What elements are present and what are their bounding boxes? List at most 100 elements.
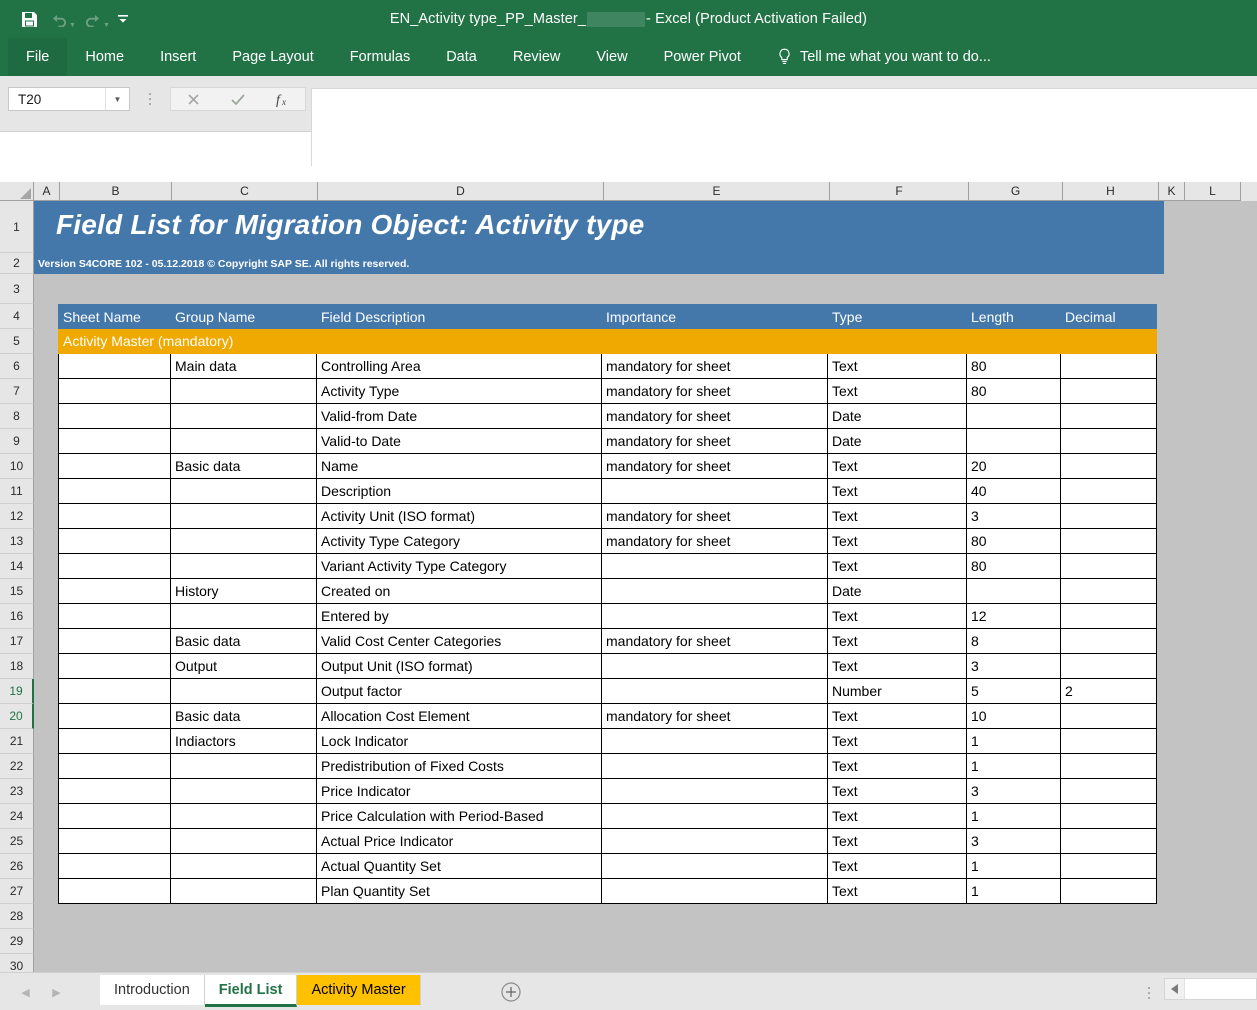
- row-header-14[interactable]: 14: [0, 554, 34, 579]
- cell-length[interactable]: 20: [966, 453, 1061, 479]
- cell-decimal[interactable]: [1060, 828, 1157, 854]
- cell-type[interactable]: Text: [827, 378, 967, 404]
- cell-importance[interactable]: [601, 778, 828, 804]
- chevron-down-icon[interactable]: ▼: [105, 88, 129, 110]
- cell-field[interactable]: Actual Price Indicator: [316, 828, 602, 854]
- cell-sheet_name[interactable]: [58, 453, 171, 479]
- cell-importance[interactable]: [601, 853, 828, 879]
- cell-sheet_name[interactable]: [58, 503, 171, 529]
- cell-importance[interactable]: [601, 878, 828, 904]
- cell-type[interactable]: Text: [827, 803, 967, 829]
- cell-field[interactable]: Lock Indicator: [316, 728, 602, 754]
- cell-sheet_name[interactable]: [58, 378, 171, 404]
- cell-decimal[interactable]: [1060, 628, 1157, 654]
- name-box[interactable]: T20 ▼: [8, 87, 130, 111]
- column-header-g[interactable]: G: [969, 182, 1063, 201]
- cell-field[interactable]: Variant Activity Type Category: [316, 553, 602, 579]
- cell-sheet_name[interactable]: [58, 528, 171, 554]
- cell-type[interactable]: Text: [827, 453, 967, 479]
- cell-sheet_name[interactable]: [58, 703, 171, 729]
- cell-sheet_name[interactable]: [58, 728, 171, 754]
- tab-splitter-grip[interactable]: [1144, 985, 1154, 1001]
- cell-sheet_name[interactable]: [58, 628, 171, 654]
- cell-type[interactable]: Text: [827, 728, 967, 754]
- cell-group_name[interactable]: [170, 603, 317, 629]
- cell-length[interactable]: 1: [966, 728, 1061, 754]
- cell-importance[interactable]: [601, 753, 828, 779]
- cell-decimal[interactable]: [1060, 603, 1157, 629]
- cell-importance[interactable]: mandatory for sheet: [601, 528, 828, 554]
- cell-field[interactable]: Plan Quantity Set: [316, 878, 602, 904]
- ribbon-tab-page-layout[interactable]: Page Layout: [214, 38, 331, 76]
- row-header-10[interactable]: 10: [0, 454, 34, 479]
- cell-field[interactable]: Controlling Area: [316, 353, 602, 379]
- cell-decimal[interactable]: [1060, 728, 1157, 754]
- cell-group_name[interactable]: [170, 478, 317, 504]
- cell-type[interactable]: Text: [827, 653, 967, 679]
- cell-field[interactable]: Actual Quantity Set: [316, 853, 602, 879]
- cell-decimal[interactable]: [1060, 353, 1157, 379]
- cell-length[interactable]: 3: [966, 778, 1061, 804]
- table-header-cell[interactable]: Length: [966, 304, 1061, 329]
- column-header-a[interactable]: A: [34, 182, 60, 201]
- table-header-cell[interactable]: Sheet Name: [58, 304, 171, 329]
- column-header-f[interactable]: F: [830, 182, 969, 201]
- cell-sheet_name[interactable]: [58, 678, 171, 704]
- cell-sheet_name[interactable]: [58, 753, 171, 779]
- cell-importance[interactable]: [601, 678, 828, 704]
- column-header-h[interactable]: H: [1063, 182, 1159, 201]
- cell-field[interactable]: Activity Unit (ISO format): [316, 503, 602, 529]
- cell-group_name[interactable]: [170, 803, 317, 829]
- cell-type[interactable]: Number: [827, 678, 967, 704]
- row-header-2[interactable]: 2: [0, 253, 34, 274]
- cell-importance[interactable]: [601, 578, 828, 604]
- cell-sheet_name[interactable]: [58, 578, 171, 604]
- cell-importance[interactable]: [601, 728, 828, 754]
- row-header-25[interactable]: 25: [0, 829, 34, 854]
- cell-decimal[interactable]: [1060, 503, 1157, 529]
- cell-group_name[interactable]: [170, 403, 317, 429]
- column-header-b[interactable]: B: [60, 182, 172, 201]
- cell-type[interactable]: Date: [827, 428, 967, 454]
- row-header-13[interactable]: 13: [0, 529, 34, 554]
- column-header-c[interactable]: C: [172, 182, 318, 201]
- cell-group_name[interactable]: [170, 853, 317, 879]
- cell-importance[interactable]: [601, 478, 828, 504]
- cell-field[interactable]: Valid-from Date: [316, 403, 602, 429]
- cell-decimal[interactable]: 2: [1060, 678, 1157, 704]
- cell-field[interactable]: Output Unit (ISO format): [316, 653, 602, 679]
- cell-sheet_name[interactable]: [58, 428, 171, 454]
- cell-group_name[interactable]: [170, 778, 317, 804]
- cell-decimal[interactable]: [1060, 778, 1157, 804]
- cell-type[interactable]: Text: [827, 853, 967, 879]
- cell-importance[interactable]: mandatory for sheet: [601, 703, 828, 729]
- cell-importance[interactable]: [601, 553, 828, 579]
- row-header-21[interactable]: 21: [0, 729, 34, 754]
- cell-field[interactable]: Valid-to Date: [316, 428, 602, 454]
- row-header-19[interactable]: 19: [0, 679, 34, 704]
- cell-type[interactable]: Text: [827, 753, 967, 779]
- cell-length[interactable]: 5: [966, 678, 1061, 704]
- table-header-cell[interactable]: Decimal: [1060, 304, 1157, 329]
- cell-type[interactable]: Date: [827, 578, 967, 604]
- cell-field[interactable]: Activity Type Category: [316, 528, 602, 554]
- cell-group_name[interactable]: Main data: [170, 353, 317, 379]
- section-band-label[interactable]: Activity Master (mandatory): [58, 328, 1157, 354]
- cell-type[interactable]: Text: [827, 828, 967, 854]
- cell-decimal[interactable]: [1060, 528, 1157, 554]
- cell-group_name[interactable]: [170, 753, 317, 779]
- cell-importance[interactable]: [601, 803, 828, 829]
- cell-type[interactable]: Text: [827, 353, 967, 379]
- cell-field[interactable]: Name: [316, 453, 602, 479]
- cell-length[interactable]: 1: [966, 853, 1061, 879]
- row-header-20[interactable]: 20: [0, 704, 34, 729]
- row-header-5[interactable]: 5: [0, 329, 34, 354]
- cell-decimal[interactable]: [1060, 703, 1157, 729]
- cell-length[interactable]: 80: [966, 378, 1061, 404]
- row-header-17[interactable]: 17: [0, 629, 34, 654]
- row-header-18[interactable]: 18: [0, 654, 34, 679]
- cell-length[interactable]: 3: [966, 653, 1061, 679]
- cell-group_name[interactable]: Basic data: [170, 628, 317, 654]
- cell-decimal[interactable]: [1060, 753, 1157, 779]
- cell-type[interactable]: Text: [827, 553, 967, 579]
